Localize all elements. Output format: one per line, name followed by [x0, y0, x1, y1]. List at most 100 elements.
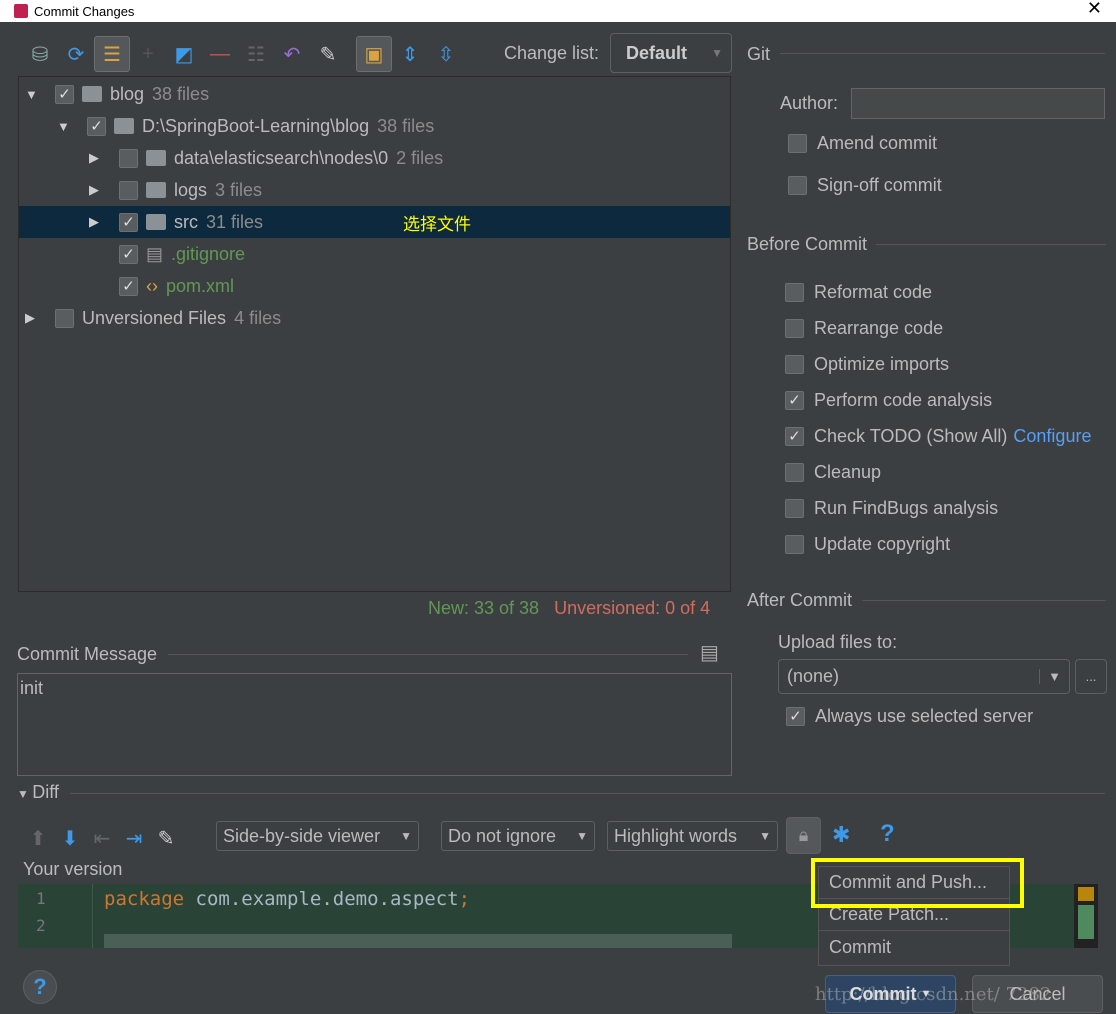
row-name: logs — [174, 179, 208, 200]
diff-section-toggle[interactable]: ▼ Diff — [17, 782, 59, 803]
option-label: Cleanup — [814, 461, 882, 482]
tree-row[interactable]: ✓ ‹› pom.xml — [19, 270, 730, 302]
tree-row[interactable]: ▶ data\elasticsearch\nodes\0 2 files — [19, 142, 730, 174]
intellij-logo-icon — [14, 4, 28, 18]
next-file-icon[interactable]: ⇥ — [120, 820, 148, 856]
tree-row[interactable]: ▶ Unversioned Files 4 files — [19, 302, 730, 334]
expanded-arrow-icon[interactable]: ▼ — [57, 119, 71, 134]
option-label: Rearrange code — [814, 317, 944, 338]
commit-button[interactable]: Commit ▼ — [825, 975, 956, 1013]
browse-button[interactable]: ... — [1075, 659, 1107, 694]
edit-icon[interactable]: ✎ — [310, 36, 346, 72]
amend-commit-checkbox[interactable]: Amend commit — [788, 125, 937, 161]
line-number: 1 — [36, 889, 46, 908]
show-folders-icon[interactable]: ▣ — [356, 36, 392, 72]
remove-icon[interactable]: — — [202, 36, 238, 72]
checkbox[interactable]: ✓ — [119, 244, 138, 264]
checkbox[interactable] — [785, 498, 804, 518]
changes-tree[interactable]: ▼ ✓ blog 38 files ▼ ✓ D:\SpringBoot-Learning\… — [18, 76, 731, 592]
cancel-button[interactable]: Cancel — [972, 975, 1103, 1013]
group-icon[interactable]: ☰ — [94, 36, 130, 72]
checkbox[interactable]: ✓ — [119, 212, 138, 232]
diff-title: Diff — [32, 782, 59, 802]
checkbox[interactable]: ✓ — [785, 390, 804, 410]
option-label: Run FindBugs analysis — [814, 497, 999, 518]
tree-row[interactable]: ▼ ✓ blog 38 files — [19, 78, 730, 110]
collapsed-arrow-icon[interactable]: ▶ — [89, 182, 103, 198]
close-button[interactable]: ✕ — [1087, 0, 1102, 19]
add-icon[interactable]: + — [130, 36, 166, 72]
upload-server-select[interactable]: (none) ▼ — [778, 659, 1070, 694]
expanded-arrow-icon[interactable]: ▼ — [25, 87, 39, 102]
checkbox[interactable] — [785, 462, 804, 482]
revert-icon[interactable]: ↶ — [274, 36, 310, 72]
signoff-commit-checkbox[interactable]: Sign-off commit — [788, 167, 942, 203]
checkbox[interactable] — [788, 133, 807, 153]
highlight-select[interactable]: Highlight words ▼ — [607, 821, 778, 851]
collapse-all-icon[interactable]: ⇳ — [428, 36, 464, 72]
option-label: Reformat code — [814, 281, 933, 302]
commit-message-input[interactable]: init — [17, 673, 732, 776]
before-commit-option[interactable]: Run FindBugs analysis — [785, 490, 998, 526]
diff-help-icon[interactable]: ? — [880, 820, 895, 848]
before-commit-option[interactable]: Update copyright — [785, 526, 950, 562]
checkbox[interactable]: ✓ — [55, 84, 74, 104]
xml-file-icon: ‹› — [146, 275, 158, 296]
before-commit-option[interactable]: ✓ Perform code analysis — [785, 382, 992, 418]
row-name: D:\SpringBoot-Learning\blog — [142, 115, 370, 136]
diff-icon[interactable]: ⛁ — [22, 36, 58, 72]
edit-source-icon[interactable]: ✎ — [152, 820, 180, 856]
previous-file-icon[interactable]: ⇤ — [88, 820, 116, 856]
ignore-select[interactable]: Do not ignore ▼ — [441, 821, 595, 851]
row-count: 38 files — [377, 115, 435, 136]
checkbox[interactable] — [785, 354, 804, 374]
author-input[interactable] — [851, 88, 1105, 119]
checkbox[interactable]: ✓ — [119, 276, 138, 296]
before-commit-option[interactable]: Reformat code — [785, 274, 932, 310]
checklist-icon[interactable]: ☷ — [238, 36, 274, 72]
previous-diff-icon[interactable]: ⬆ — [24, 820, 52, 856]
collapsed-arrow-icon[interactable]: ▶ — [89, 150, 103, 166]
option-label: Check TODO (Show All) — [814, 425, 1008, 446]
expand-all-icon[interactable]: ⇕ — [392, 36, 428, 72]
viewer-value: Side-by-side viewer — [223, 825, 381, 846]
chevron-down-icon: ▼ — [759, 829, 771, 843]
move-icon[interactable]: ◩ — [166, 36, 202, 72]
change-list-select[interactable]: Default ▼ — [610, 33, 732, 73]
collapsed-arrow-icon[interactable]: ▶ — [89, 214, 103, 230]
checkbox[interactable] — [119, 180, 138, 200]
upload-label: Upload files to: — [778, 632, 898, 652]
row-name: src — [174, 211, 198, 232]
checkbox[interactable]: ✓ — [786, 706, 805, 726]
configure-link[interactable]: Configure — [1013, 426, 1091, 447]
menu-item-commit[interactable]: Commit — [819, 931, 1009, 963]
checkbox[interactable] — [788, 175, 807, 195]
before-commit-option[interactable]: Optimize imports — [785, 346, 949, 382]
always-use-server-checkbox[interactable]: ✓ Always use selected server — [786, 698, 1033, 734]
tree-row-selected[interactable]: ▶ ✓ src 31 files 选择文件 — [19, 206, 730, 238]
checkbox[interactable]: ✓ — [87, 116, 106, 136]
checkbox[interactable] — [785, 282, 804, 302]
collapse-arrow-icon: ▼ — [17, 787, 33, 801]
tree-row[interactable]: ✓ ▤ .gitignore — [19, 238, 730, 270]
before-commit-option[interactable]: ✓ Check TODO (Show All) Configure — [785, 418, 1091, 454]
commit-message-history-icon[interactable]: ▤ — [700, 640, 719, 665]
lock-icon[interactable]: 🔒︎ — [786, 817, 821, 854]
gear-icon[interactable]: ✱ — [832, 822, 850, 848]
help-button[interactable]: ? — [23, 970, 57, 1004]
module-folder-icon — [82, 86, 102, 102]
checkbox[interactable]: ✓ — [785, 426, 804, 446]
next-diff-icon[interactable]: ⬇ — [56, 820, 84, 856]
before-commit-option[interactable]: Rearrange code — [785, 310, 943, 346]
checkbox[interactable] — [55, 308, 74, 328]
checkbox[interactable] — [785, 534, 804, 554]
viewer-select[interactable]: Side-by-side viewer ▼ — [216, 821, 419, 851]
refresh-icon[interactable]: ⟳ — [58, 36, 94, 72]
tree-row[interactable]: ▶ logs 3 files — [19, 174, 730, 206]
tree-row[interactable]: ▼ ✓ D:\SpringBoot-Learning\blog 38 files — [19, 110, 730, 142]
new-count: New: 33 of 38 — [428, 598, 540, 618]
before-commit-option[interactable]: Cleanup — [785, 454, 881, 490]
collapsed-arrow-icon[interactable]: ▶ — [25, 310, 39, 326]
checkbox[interactable] — [119, 148, 138, 168]
checkbox[interactable] — [785, 318, 804, 338]
